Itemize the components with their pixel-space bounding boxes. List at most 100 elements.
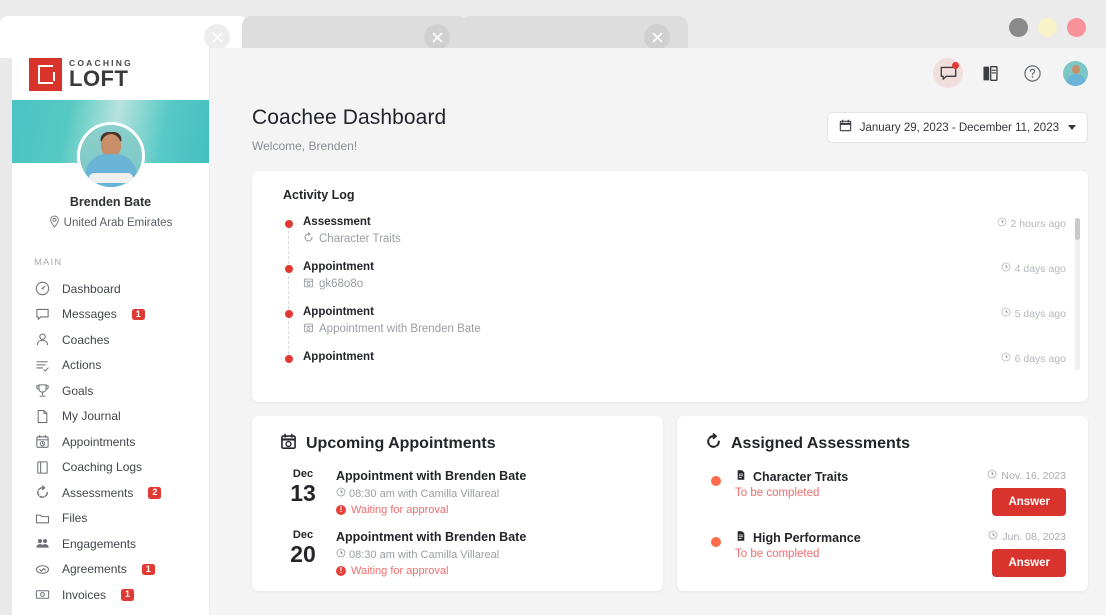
activity-dot-icon — [285, 355, 293, 363]
activity-time-label: 6 days ago — [1015, 353, 1066, 365]
activity-row[interactable]: Assessment Character Traits 2 hours ag — [283, 216, 1066, 246]
clock-icon — [997, 217, 1007, 230]
appointment-time-label: 08:30 am with Camilla Villareal — [349, 488, 499, 500]
assessment-name-label: Character Traits — [753, 470, 848, 484]
activity-detail: gk68o8o — [303, 277, 374, 291]
activity-log-list: Assessment Character Traits 2 hours ag — [252, 216, 1088, 365]
activity-type: Appointment — [303, 351, 374, 363]
activity-detail: Character Traits — [303, 232, 401, 246]
chevron-down-icon — [1068, 125, 1076, 130]
date-range-label: January 29, 2023 - December 11, 2023 — [860, 122, 1059, 134]
sidebar-item-coaching-logs[interactable]: Coaching Logs — [12, 455, 209, 481]
activity-type: Appointment — [303, 261, 374, 273]
activity-row[interactable]: Appointment Appointment with Brenden Bat… — [283, 306, 1066, 336]
calendar-clock-icon — [34, 434, 50, 450]
activity-row[interactable]: Appointment 6 days ago — [283, 351, 1066, 365]
window-controls — [1009, 18, 1086, 37]
activity-log-scrollbar[interactable] — [1075, 218, 1080, 370]
document-icon — [735, 530, 747, 545]
assessment-status: To be completed — [735, 548, 861, 560]
app-window: COACHING LOFT Brenden Bate United Arab E… — [12, 48, 1106, 615]
clock-icon — [1001, 262, 1011, 275]
appointment-time: 08:30 am with Camilla Villareal — [336, 487, 526, 500]
sidebar-item-label: Invoices — [62, 588, 106, 602]
activity-type: Assessment — [303, 216, 401, 228]
answer-button[interactable]: Answer — [992, 488, 1066, 516]
assessment-date-label: Nov. 16, 2023 — [1001, 470, 1066, 482]
activity-dot-icon — [285, 265, 293, 273]
sidebar-badge: 1 — [121, 589, 134, 601]
assessment-name-row: Character Traits — [735, 469, 848, 484]
logo-mark-icon — [29, 58, 62, 91]
tab-close-icon[interactable] — [204, 24, 230, 50]
appointment-item[interactable]: Dec 20 Appointment with Brenden Bate 08:… — [252, 516, 663, 577]
activity-time-label: 2 hours ago — [1011, 218, 1066, 230]
assessment-item[interactable]: High Performance To be completed Jun. 08… — [677, 516, 1088, 577]
sidebar-item-agreements[interactable]: Agreements 1 — [12, 557, 209, 583]
sidebar-item-assessments[interactable]: Assessments 2 — [12, 480, 209, 506]
sidebar-item-goals[interactable]: Goals — [12, 378, 209, 404]
appointment-month: Dec — [284, 529, 322, 541]
help-icon[interactable] — [1021, 62, 1043, 84]
avatar[interactable] — [77, 122, 145, 190]
sidebar-item-dashboard[interactable]: Dashboard — [12, 276, 209, 302]
activity-log-title: Activity Log — [252, 171, 1088, 202]
logo-text-bottom: LOFT — [69, 68, 133, 90]
clock-icon — [1001, 352, 1011, 365]
sidebar-item-label: Assessments — [62, 486, 133, 500]
sidebar-item-coaches[interactable]: Coaches — [12, 327, 209, 353]
nav-section-label: MAIN — [34, 257, 209, 268]
notification-dot — [952, 62, 959, 69]
location-pin-icon — [49, 215, 60, 231]
clock-icon — [988, 530, 998, 543]
sidebar-item-actions[interactable]: Actions — [12, 353, 209, 379]
appointment-status-label: Waiting for approval — [351, 565, 448, 577]
refresh-circle-icon — [705, 433, 722, 455]
app-logo[interactable]: COACHING LOFT — [12, 48, 209, 100]
appointment-day: 20 — [284, 542, 322, 566]
sidebar-item-invoices[interactable]: Invoices 1 — [12, 582, 209, 608]
appointment-time: 08:30 am with Camilla Villareal — [336, 548, 526, 561]
scrollbar-thumb[interactable] — [1075, 218, 1080, 240]
minimize-button[interactable] — [1009, 18, 1028, 37]
messages-icon[interactable] — [937, 62, 959, 84]
activity-row[interactable]: Appointment gk68o8o 4 days ago — [283, 261, 1066, 291]
card-title-label: Upcoming Appointments — [306, 435, 496, 453]
appointment-item[interactable]: Dec 13 Appointment with Brenden Bate 08:… — [252, 455, 663, 516]
main-content: Coachee Dashboard Welcome, Brenden! Janu… — [210, 48, 1106, 615]
upcoming-appointments-title: Upcoming Appointments — [252, 416, 663, 455]
sidebar: COACHING LOFT Brenden Bate United Arab E… — [12, 48, 210, 615]
sidebar-item-label: Engagements — [62, 537, 136, 551]
appointment-month: Dec — [284, 468, 322, 480]
sidebar-item-engagements[interactable]: Engagements — [12, 531, 209, 557]
sidebar-item-files[interactable]: Files — [12, 506, 209, 532]
dashboard-bottom-row: Upcoming Appointments Dec 13 Appointment… — [252, 416, 1088, 591]
refresh-circle-icon — [303, 232, 314, 246]
user-avatar[interactable] — [1063, 61, 1088, 86]
clock-icon — [336, 487, 346, 500]
answer-button[interactable]: Answer — [992, 549, 1066, 577]
people-icon — [34, 536, 50, 552]
assigned-assessments-title: Assigned Assessments — [677, 416, 1088, 455]
sidebar-item-label: Coaches — [62, 333, 109, 347]
handshake-icon — [34, 561, 50, 577]
appointment-status: ! Waiting for approval — [336, 504, 526, 516]
assessment-item[interactable]: Character Traits To be completed Nov. 16… — [677, 455, 1088, 516]
warning-icon: ! — [336, 505, 346, 515]
sidebar-item-label: Appointments — [62, 435, 135, 449]
appointment-status: ! Waiting for approval — [336, 565, 526, 577]
appointment-title: Appointment with Brenden Bate — [336, 530, 526, 544]
sidebar-item-my-journal[interactable]: My Journal — [12, 404, 209, 430]
tab-close-icon[interactable] — [644, 24, 670, 50]
date-range-picker[interactable]: January 29, 2023 - December 11, 2023 — [827, 112, 1088, 143]
activity-dot-icon — [285, 220, 293, 228]
close-window-button[interactable] — [1067, 18, 1086, 37]
sidebar-item-messages[interactable]: Messages 1 — [12, 302, 209, 328]
tab-close-icon[interactable] — [424, 24, 450, 50]
maximize-button[interactable] — [1038, 18, 1057, 37]
activity-time-label: 5 days ago — [1015, 308, 1066, 320]
library-icon[interactable] — [979, 62, 1001, 84]
sidebar-item-appointments[interactable]: Appointments — [12, 429, 209, 455]
activity-detail: Appointment with Brenden Bate — [303, 322, 481, 336]
page-title: Coachee Dashboard — [252, 106, 446, 130]
